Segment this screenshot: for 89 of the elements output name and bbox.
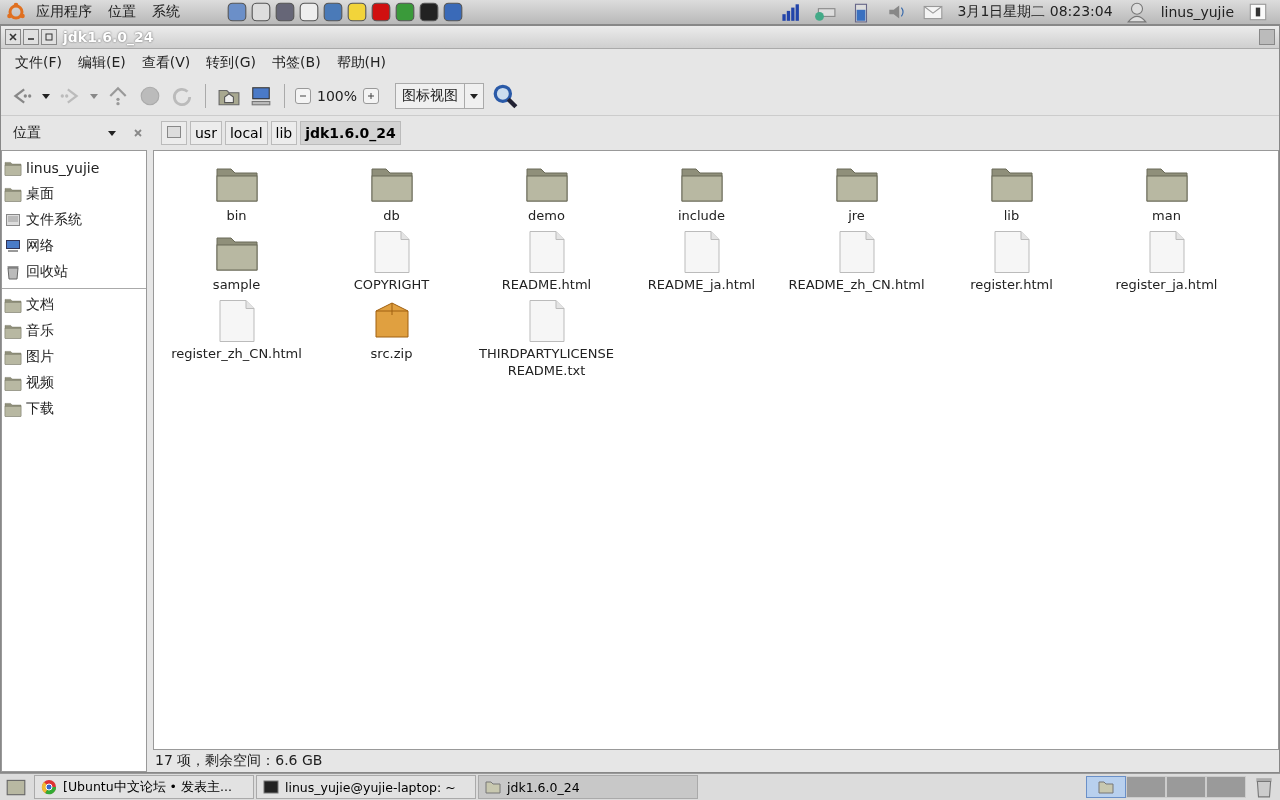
folder-icon — [485, 779, 501, 795]
file-name[interactable]: demo — [476, 207, 617, 224]
file-name[interactable]: sample — [166, 276, 307, 293]
browser-icon — [41, 779, 57, 795]
terminal-icon — [263, 779, 279, 795]
file-name[interactable]: src.zip — [321, 345, 462, 362]
file-name[interactable]: db — [321, 207, 462, 224]
zoom-out-button[interactable] — [295, 88, 311, 104]
folder-icon — [4, 401, 22, 417]
menu-item[interactable]: 编辑(E) — [72, 52, 132, 74]
folder-icon — [4, 186, 22, 202]
folder-icon — [4, 323, 22, 339]
user-icon[interactable] — [1125, 1, 1148, 23]
file-name[interactable]: jre — [786, 207, 927, 224]
minimize-button[interactable] — [23, 29, 39, 45]
path-button[interactable]: jdk1.6.0_24 — [300, 121, 401, 145]
panel-menu[interactable]: 系统 — [146, 3, 186, 21]
drive-icon — [166, 124, 182, 140]
clock[interactable]: 3月1日星期二 08:23:04 — [953, 3, 1117, 21]
workspace-button[interactable] — [1086, 776, 1126, 798]
window-button[interactable] — [1259, 29, 1275, 45]
file-name[interactable]: THIRDPARTYLICENSEREADME.txt — [476, 345, 617, 379]
file-name[interactable]: include — [631, 207, 772, 224]
panel-menu[interactable]: 应用程序 — [30, 3, 98, 21]
file-name[interactable]: register_ja.html — [1096, 276, 1237, 293]
menu-item[interactable]: 转到(G) — [200, 52, 263, 74]
sidebar-item[interactable]: 视频 — [2, 370, 146, 396]
sidebar-item[interactable]: 桌面 — [2, 181, 146, 207]
workspace-button[interactable] — [1166, 776, 1206, 798]
taskbar-button[interactable]: [Ubuntu中文论坛 • 发表主... — [34, 775, 254, 799]
panel-menu[interactable]: 位置 — [102, 3, 142, 21]
ubuntu-logo-icon[interactable] — [6, 2, 26, 22]
drive-icon — [4, 212, 22, 228]
file-name[interactable]: COPYRIGHT — [321, 276, 462, 293]
path-button[interactable]: local — [224, 121, 268, 145]
file-name[interactable]: register.html — [941, 276, 1082, 293]
file-name[interactable]: man — [1096, 207, 1237, 224]
menu-item[interactable]: 帮助(H) — [330, 52, 393, 74]
taskbar-button[interactable]: linus_yujie@yujie-laptop: ~ — [256, 775, 476, 799]
taskbar-button[interactable]: jdk1.6.0_24 — [478, 775, 698, 799]
path-button[interactable]: usr — [190, 121, 222, 145]
workspace-button[interactable] — [1206, 776, 1246, 798]
close-button[interactable] — [5, 29, 21, 45]
sidebar-item[interactable]: 文档 — [2, 292, 146, 318]
menu-item[interactable]: 查看(V) — [135, 52, 197, 74]
folder-icon — [4, 375, 22, 391]
path-button[interactable]: lib — [270, 121, 298, 145]
user-name[interactable]: linus_yujie — [1156, 4, 1238, 20]
root-path-button[interactable] — [161, 121, 187, 145]
view-mode-dropdown[interactable]: 图标视图 — [395, 83, 485, 109]
close-icon[interactable] — [133, 128, 143, 138]
file-name[interactable]: README_zh_CN.html — [786, 276, 927, 293]
caret-icon[interactable] — [107, 128, 117, 138]
zoom-level: 100% — [317, 88, 358, 104]
file-name[interactable]: README_ja.html — [631, 276, 772, 293]
sidebar-item[interactable]: 网络 — [2, 233, 146, 259]
sidebar-item[interactable]: 文件系统 — [2, 207, 146, 233]
menu-item[interactable]: 文件(F) — [9, 52, 68, 74]
launcher-icon[interactable] — [418, 1, 440, 23]
workspace-button[interactable] — [1126, 776, 1166, 798]
caret-icon — [469, 91, 480, 101]
zoom-in-button[interactable] — [363, 88, 380, 104]
plus-icon — [366, 91, 377, 101]
sidebar-item[interactable]: linus_yujie — [2, 155, 146, 181]
maximize-button[interactable] — [41, 29, 57, 45]
launcher-icon[interactable] — [298, 1, 320, 23]
folder-icon — [4, 349, 22, 365]
status-text: 17 项，剩余空间：6.6 GB — [154, 751, 324, 770]
close-icon — [8, 32, 18, 42]
maximize-icon — [44, 32, 54, 42]
trash-icon — [4, 264, 22, 280]
folder-icon — [4, 297, 22, 313]
file-name[interactable]: bin — [166, 207, 307, 224]
file-name[interactable]: README.html — [476, 276, 617, 293]
file-name[interactable]: lib — [941, 207, 1082, 224]
sidebar-item[interactable]: 回收站 — [2, 259, 146, 285]
folder-icon — [1098, 779, 1114, 795]
sidebar-title[interactable]: 位置 — [13, 124, 103, 142]
folder-icon — [4, 160, 22, 176]
sidebar-item[interactable]: 图片 — [2, 344, 146, 370]
menu-item[interactable]: 书签(B) — [266, 52, 327, 74]
launcher-icon[interactable] — [370, 1, 392, 23]
window-title: jdk1.6.0_24 — [63, 29, 154, 45]
computer-icon — [4, 238, 22, 254]
caret-icon[interactable] — [41, 91, 51, 101]
trash-icon[interactable] — [1253, 776, 1275, 798]
sidebar-item[interactable]: 下载 — [2, 396, 146, 422]
sidebar-item[interactable]: 音乐 — [2, 318, 146, 344]
file-name[interactable]: register_zh_CN.html — [166, 345, 307, 362]
